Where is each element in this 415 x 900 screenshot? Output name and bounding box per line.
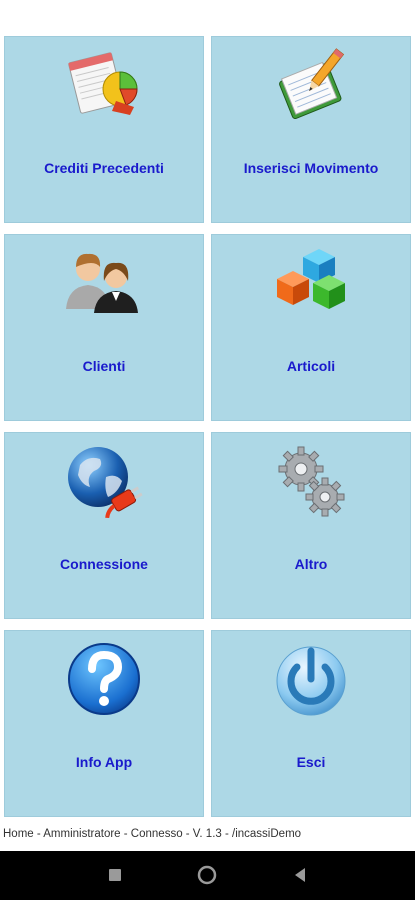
android-nav-bar [0, 851, 415, 900]
tile-label: Clienti [82, 358, 126, 374]
status-bar: Home - Amministratore - Connesso - V. 1.… [3, 828, 302, 840]
tile-crediti-precedenti[interactable]: Crediti Precedenti [4, 36, 204, 223]
tile-label: Inserisci Movimento [243, 160, 379, 176]
tile-label: Crediti Precedenti [44, 160, 164, 176]
tile-clienti[interactable]: Clienti [4, 234, 204, 421]
tile-inserisci-movimento[interactable]: Inserisci Movimento [211, 36, 411, 223]
cubes-icon [277, 249, 345, 309]
report-chart-icon [68, 52, 138, 115]
tile-label: Altro [294, 556, 328, 572]
notebook-pencil-icon [279, 48, 345, 120]
power-icon [276, 646, 346, 716]
tile-articoli[interactable]: Articoli [211, 234, 411, 421]
users-icon [66, 253, 138, 313]
help-icon [68, 643, 140, 715]
tile-label: Articoli [286, 358, 336, 374]
globe-plug-icon [68, 447, 143, 519]
tile-label: Esci [296, 754, 326, 770]
tile-esci[interactable]: Esci [211, 630, 411, 817]
gears-icon [278, 446, 345, 517]
tile-label: Info App [75, 754, 133, 770]
tile-altro[interactable]: Altro [211, 432, 411, 619]
back-icon[interactable] [289, 863, 313, 887]
tile-info-app[interactable]: Info App [4, 630, 204, 817]
home-icon[interactable] [195, 863, 219, 887]
tile-connessione[interactable]: Connessione [4, 432, 204, 619]
main-menu-grid: Crediti Precedenti Inserisci Movimento C… [4, 36, 411, 817]
tile-label: Connessione [60, 556, 148, 572]
recents-icon[interactable] [103, 863, 127, 887]
